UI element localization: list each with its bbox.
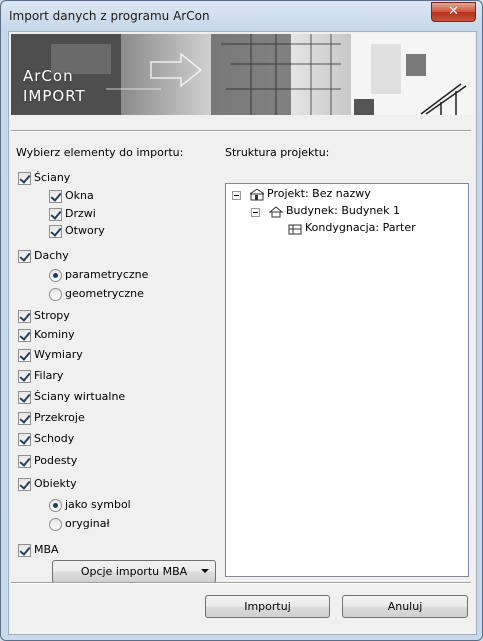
wymiary-checkbox[interactable]	[18, 349, 31, 362]
collapse-building-icon[interactable]	[251, 208, 260, 217]
collapse-project-icon[interactable]	[232, 191, 241, 200]
structure-heading: Struktura projektu:	[225, 146, 330, 159]
banner-logo-line1: ArCon	[23, 67, 74, 85]
schody-checkbox[interactable]	[18, 433, 31, 446]
kominy-checkbox[interactable]	[18, 329, 31, 342]
jako-symbol-radio[interactable]	[49, 499, 62, 512]
title-bar[interactable]: Import danych z programu ArCon ✕	[1, 1, 482, 31]
stropy-checkbox[interactable]	[18, 310, 31, 323]
tree-floor-label[interactable]: Kondygnacja: Parter	[305, 221, 416, 234]
stropy-label[interactable]: Stropy	[34, 309, 70, 322]
banner-logo: ArCon IMPORT	[23, 66, 86, 106]
close-button[interactable]: ✕	[431, 2, 476, 22]
filary-checkbox[interactable]	[18, 370, 31, 383]
mba-options-dropdown-button[interactable]: Opcje importu MBA	[52, 560, 216, 583]
floor-icon	[288, 224, 302, 235]
dialog-body: ArCon IMPORT Wybierz elementy do importu…	[8, 31, 477, 635]
otwory-checkbox[interactable]	[49, 225, 62, 238]
okna-checkbox[interactable]	[49, 190, 62, 203]
jako-symbol-label[interactable]: jako symbol	[65, 498, 131, 511]
arcon-import-banner: ArCon IMPORT	[11, 34, 473, 115]
import-button-label: Importuj	[244, 600, 291, 613]
chevron-down-icon	[201, 569, 209, 573]
sciany-checkbox[interactable]	[18, 172, 31, 185]
mba-label[interactable]: MBA	[34, 543, 59, 556]
kominy-label[interactable]: Kominy	[34, 328, 75, 341]
import-button[interactable]: Importuj	[205, 595, 330, 618]
przekroje-checkbox[interactable]	[18, 412, 31, 425]
podesty-label[interactable]: Podesty	[34, 454, 77, 467]
tree-building-label[interactable]: Budynek: Budynek 1	[286, 204, 400, 217]
window-title: Import danych z programu ArCon	[9, 9, 210, 23]
cancel-button[interactable]: Anuluj	[342, 595, 468, 618]
obiekty-checkbox[interactable]	[18, 478, 31, 491]
sciany-wirtualne-checkbox[interactable]	[18, 391, 31, 404]
drzwi-label[interactable]: Drzwi	[65, 207, 96, 220]
elements-heading: Wybierz elementy do importu:	[16, 146, 184, 159]
obiekty-label[interactable]: Obiekty	[34, 477, 77, 490]
wymiary-label[interactable]: Wymiary	[34, 348, 83, 361]
project-icon	[250, 189, 264, 201]
close-icon: ✕	[448, 4, 459, 19]
dachy-checkbox[interactable]	[18, 250, 31, 263]
mba-options-label: Opcje importu MBA	[80, 565, 188, 578]
podesty-checkbox[interactable]	[18, 455, 31, 468]
sciany-wirtualne-label[interactable]: Ściany wirtualne	[34, 390, 125, 403]
mba-checkbox[interactable]	[18, 544, 31, 557]
geometryczne-radio[interactable]	[49, 288, 62, 301]
otwory-label[interactable]: Otwory	[65, 224, 105, 237]
parametryczne-label[interactable]: parametryczne	[65, 268, 148, 281]
building-icon	[269, 206, 283, 218]
separator-top	[11, 130, 471, 132]
sciany-label[interactable]: Ściany	[34, 171, 70, 184]
separator-bottom	[11, 582, 471, 584]
dachy-label[interactable]: Dachy	[34, 249, 69, 262]
oryginal-radio[interactable]	[49, 518, 62, 531]
cancel-button-label: Anuluj	[387, 600, 423, 613]
banner-logo-line2: IMPORT	[23, 87, 86, 105]
przekroje-label[interactable]: Przekroje	[34, 411, 85, 424]
okna-label[interactable]: Okna	[65, 189, 94, 202]
tree-project-label[interactable]: Projekt: Bez nazwy	[267, 187, 371, 200]
oryginal-label[interactable]: oryginał	[65, 517, 110, 530]
filary-label[interactable]: Filary	[34, 369, 63, 382]
drzwi-checkbox[interactable]	[49, 208, 62, 221]
project-structure-tree[interactable]: Projekt: Bez nazwy Budynek: Budynek 1 Ko…	[225, 183, 469, 577]
geometryczne-label[interactable]: geometryczne	[65, 287, 144, 300]
parametryczne-radio[interactable]	[49, 269, 62, 282]
dialog-window: Import danych z programu ArCon ✕ ArCon I…	[0, 0, 483, 641]
schody-label[interactable]: Schody	[34, 432, 74, 445]
